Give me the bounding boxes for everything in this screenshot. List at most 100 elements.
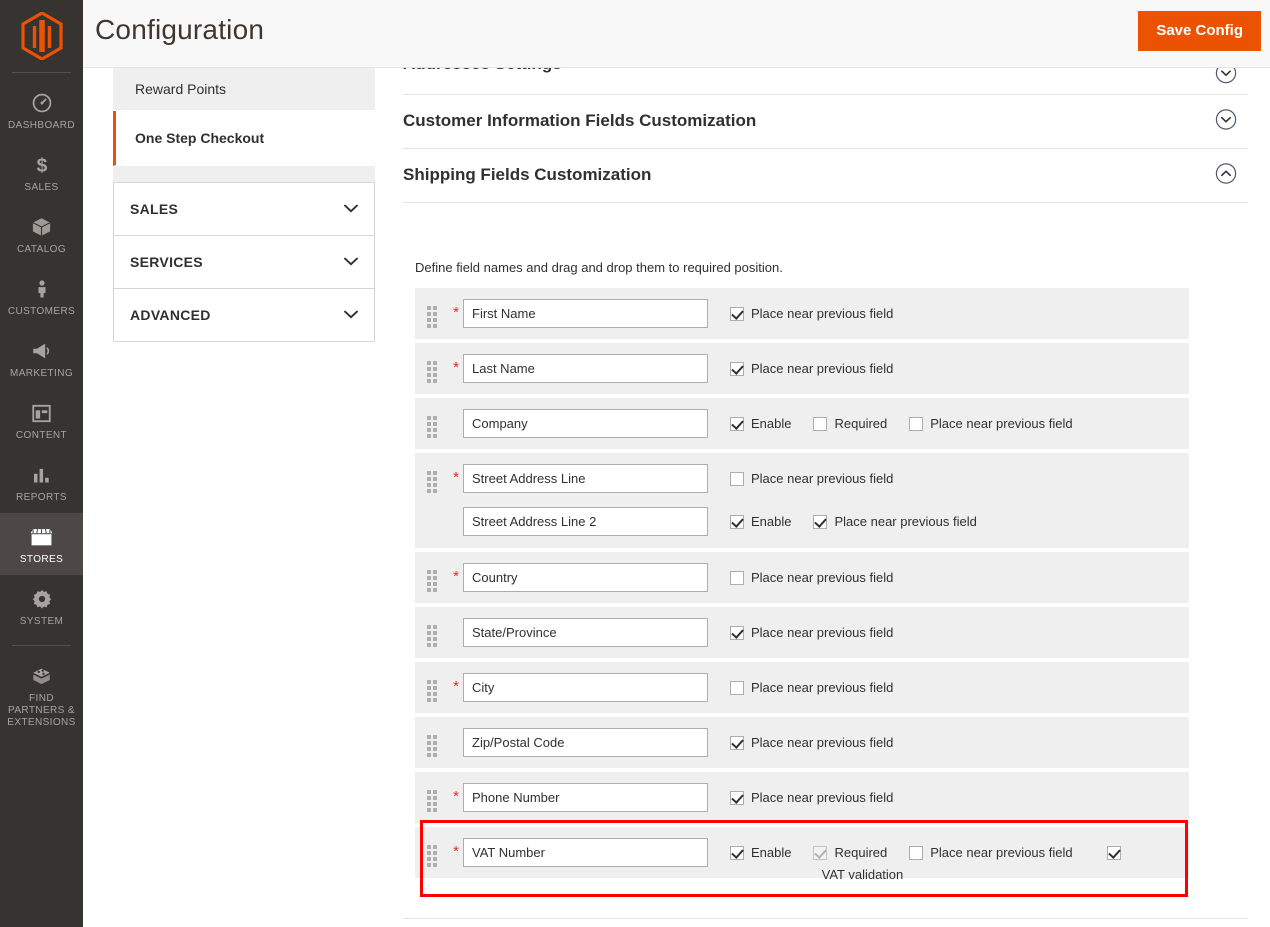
field-row-vat-number: * Enable Required Place near previous field… xyxy=(415,827,1189,882)
field-label-input-street-address-2[interactable] xyxy=(463,507,708,536)
chevron-down-icon xyxy=(344,253,358,271)
field-label-input-city[interactable] xyxy=(463,673,708,702)
checkbox-input[interactable] xyxy=(813,417,828,431)
field-label-input-first-name[interactable] xyxy=(463,299,708,328)
expand-section-icon[interactable] xyxy=(1215,68,1237,89)
field-label-input-state-province[interactable] xyxy=(463,618,708,647)
drag-handle-icon[interactable] xyxy=(415,728,449,757)
checkbox-place_near-street-address[interactable]: Place near previous field xyxy=(730,470,893,487)
checkbox-input[interactable] xyxy=(730,681,744,695)
checkbox-vat_validation-vat-number[interactable]: VAT validation xyxy=(822,844,1121,882)
expand-section-icon[interactable] xyxy=(1215,108,1237,135)
nav-group-advanced[interactable]: ADVANCED xyxy=(113,288,375,342)
dollar-icon: $ xyxy=(27,152,57,178)
section-header-shipping-fields-customization[interactable]: Shipping Fields Customization xyxy=(403,149,1248,203)
field-options: Place near previous field xyxy=(708,734,915,751)
checkbox-place_near-city[interactable]: Place near previous field xyxy=(730,679,893,696)
rail-item-catalog[interactable]: CATALOG xyxy=(0,203,83,265)
checkbox-input[interactable] xyxy=(813,515,828,529)
person-icon xyxy=(27,276,57,302)
required-indicator: * xyxy=(453,788,459,805)
rail-item-find-partners-extensions[interactable]: FIND PARTNERS & EXTENSIONS xyxy=(0,652,83,738)
checkbox-label: Place near previous field xyxy=(930,845,1073,860)
checkbox-input[interactable] xyxy=(730,791,744,805)
rail-divider-2 xyxy=(12,645,71,646)
section-header-customer-information-fields-customization[interactable]: Customer Information Fields Customizatio… xyxy=(403,95,1248,149)
checkbox-required-company[interactable]: Required xyxy=(813,415,887,432)
checkbox-place_near-last-name[interactable]: Place near previous field xyxy=(730,360,893,377)
shipping-fields-list: *Place near previous field*Place near pr… xyxy=(403,288,1189,882)
drag-handle-icon[interactable] xyxy=(415,464,449,493)
drag-handle-icon[interactable] xyxy=(415,299,449,328)
drag-handle-icon[interactable] xyxy=(415,618,449,647)
rail-item-system[interactable]: SYSTEM xyxy=(0,575,83,637)
field-label-input-country[interactable] xyxy=(463,563,708,592)
checkbox-input[interactable] xyxy=(909,417,924,431)
nav-group-label: SALES xyxy=(130,201,179,217)
save-config-button[interactable]: Save Config xyxy=(1138,11,1261,51)
checkbox-input[interactable] xyxy=(730,417,744,431)
checkbox-place_near-zip-postal-code[interactable]: Place near previous field xyxy=(730,734,893,751)
required-indicator: * xyxy=(449,409,463,437)
rail-item-customers[interactable]: CUSTOMERS xyxy=(0,265,83,327)
drag-handle-icon[interactable] xyxy=(415,563,449,592)
field-options: Place near previous field xyxy=(708,360,915,377)
rail-item-stores[interactable]: STORES xyxy=(0,513,83,575)
checkbox-input[interactable] xyxy=(730,736,744,750)
field-line: Enable Required Place near previous field V… xyxy=(463,838,1189,882)
checkbox-enable-street-address[interactable]: Enable xyxy=(730,513,791,530)
checkbox-required-vat-number[interactable]: Required xyxy=(813,844,887,861)
field-label-input-last-name[interactable] xyxy=(463,354,708,383)
drag-handle-icon[interactable] xyxy=(415,783,449,812)
checkbox-input[interactable] xyxy=(730,362,744,376)
checkbox-input[interactable] xyxy=(730,307,744,321)
checkbox-place_near-street-address[interactable]: Place near previous field xyxy=(813,513,977,530)
field-label-input-zip-postal-code[interactable] xyxy=(463,728,708,757)
storefront-icon xyxy=(27,524,57,550)
collapse-section-icon[interactable] xyxy=(1215,162,1237,189)
magento-logo[interactable] xyxy=(0,0,83,72)
field-label-input-phone-number[interactable] xyxy=(463,783,708,812)
nav-group-sales[interactable]: SALES xyxy=(113,182,375,235)
field-options: Place near previous field xyxy=(708,789,915,806)
rail-item-reports[interactable]: REPORTS xyxy=(0,451,83,513)
nav-item-reward-points[interactable]: Reward Points xyxy=(113,68,375,111)
checkbox-input[interactable] xyxy=(730,571,744,585)
checkbox-label: Place near previous field xyxy=(930,416,1073,431)
checkbox-input[interactable] xyxy=(730,846,744,860)
section-header-addresses-settings[interactable]: Addresses Settings xyxy=(403,68,1248,95)
nav-group-services[interactable]: SERVICES xyxy=(113,235,375,288)
field-label-input-company[interactable] xyxy=(463,409,708,438)
checkbox-input[interactable] xyxy=(730,472,744,486)
checkbox-input[interactable] xyxy=(730,515,744,529)
checkbox-place_near-phone-number[interactable]: Place near previous field xyxy=(730,789,893,806)
checkbox-label: Place near previous field xyxy=(751,790,894,805)
rail-item-marketing[interactable]: MARKETING xyxy=(0,327,83,389)
checkbox-enable-company[interactable]: Enable xyxy=(730,415,791,432)
drag-handle-icon[interactable] xyxy=(415,838,449,867)
rail-item-sales[interactable]: $ SALES xyxy=(0,141,83,203)
field-options: Place near previous field xyxy=(708,624,915,641)
drag-handle-icon[interactable] xyxy=(415,673,449,702)
checkbox-label: Place near previous field xyxy=(751,680,894,695)
field-label-input-street-address[interactable] xyxy=(463,464,708,493)
checkbox-input[interactable] xyxy=(730,626,744,640)
checkbox-input[interactable] xyxy=(813,846,828,860)
checkbox-place_near-vat-number[interactable]: Place near previous field xyxy=(909,844,1073,861)
checkbox-enable-vat-number[interactable]: Enable xyxy=(730,844,791,861)
checkbox-place_near-first-name[interactable]: Place near previous field xyxy=(730,305,893,322)
checkbox-input[interactable] xyxy=(909,846,924,860)
rail-item-content[interactable]: CONTENT xyxy=(0,389,83,451)
checkbox-place_near-country[interactable]: Place near previous field xyxy=(730,569,893,586)
field-row-street-address: *Place near previous fieldEnablePlace ne… xyxy=(415,453,1189,548)
field-label-input-vat-number[interactable] xyxy=(463,838,708,867)
nav-item-one-step-checkout[interactable]: One Step Checkout xyxy=(113,111,375,166)
checkbox-place_near-state-province[interactable]: Place near previous field xyxy=(730,624,893,641)
rail-item-dashboard[interactable]: DASHBOARD xyxy=(0,79,83,141)
field-row-first-name: * Place near previous field xyxy=(415,288,1189,339)
checkbox-input[interactable] xyxy=(1106,846,1121,860)
drag-handle-icon[interactable] xyxy=(415,409,449,438)
checkbox-place_near-company[interactable]: Place near previous field xyxy=(909,415,1073,432)
drag-handle-icon[interactable] xyxy=(415,354,449,383)
field-line: Enable Place near previous field xyxy=(463,507,1189,536)
